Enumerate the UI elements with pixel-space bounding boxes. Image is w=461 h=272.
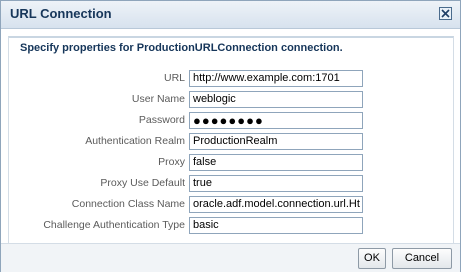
- dialog-footer: OK Cancel: [1, 243, 460, 272]
- close-icon[interactable]: [439, 7, 452, 20]
- authentication-realm-row: Authentication Realm ProductionRealm: [9, 133, 453, 152]
- dialog-titlebar[interactable]: URL Connection: [1, 1, 460, 29]
- proxy-use-default-field[interactable]: true: [189, 175, 363, 192]
- authentication-realm-label: Authentication Realm: [85, 135, 185, 147]
- challenge-authentication-type-label: Challenge Authentication Type: [43, 219, 185, 231]
- cancel-button[interactable]: Cancel: [392, 248, 452, 269]
- proxy-use-default-row: Proxy Use Default true: [9, 175, 453, 194]
- user-name-row: User Name weblogic: [9, 91, 453, 110]
- proxy-label: Proxy: [158, 156, 185, 168]
- proxy-field[interactable]: false: [189, 154, 363, 171]
- user-name-label: User Name: [131, 93, 185, 105]
- url-connection-dialog: URL Connection Specify properties for Pr…: [0, 0, 461, 272]
- user-name-field[interactable]: weblogic: [189, 91, 363, 108]
- password-row: Password ●●●●●●●●: [9, 112, 453, 131]
- proxy-row: Proxy false: [9, 154, 453, 173]
- panel-heading: Specify properties for ProductionURLConn…: [20, 42, 343, 54]
- connection-class-name-row: Connection Class Name oracle.adf.model.c…: [9, 196, 453, 215]
- password-label: Password: [138, 114, 185, 126]
- authentication-realm-field[interactable]: ProductionRealm: [189, 133, 363, 150]
- url-row: URL http://www.example.com:1701: [9, 70, 453, 89]
- ok-button[interactable]: OK: [358, 248, 386, 269]
- challenge-authentication-type-row: Challenge Authentication Type basic: [9, 217, 453, 236]
- connection-class-name-field[interactable]: oracle.adf.model.connection.url.Ht: [189, 196, 363, 213]
- proxy-use-default-label: Proxy Use Default: [100, 177, 185, 189]
- connection-class-name-label: Connection Class Name: [71, 198, 185, 210]
- password-field[interactable]: ●●●●●●●●: [189, 112, 363, 129]
- connection-properties-panel: Specify properties for ProductionURLConn…: [8, 36, 454, 244]
- challenge-authentication-type-field[interactable]: basic: [189, 217, 363, 234]
- url-field[interactable]: http://www.example.com:1701: [189, 70, 363, 87]
- dialog-title: URL Connection: [10, 6, 112, 21]
- url-label: URL: [163, 72, 185, 84]
